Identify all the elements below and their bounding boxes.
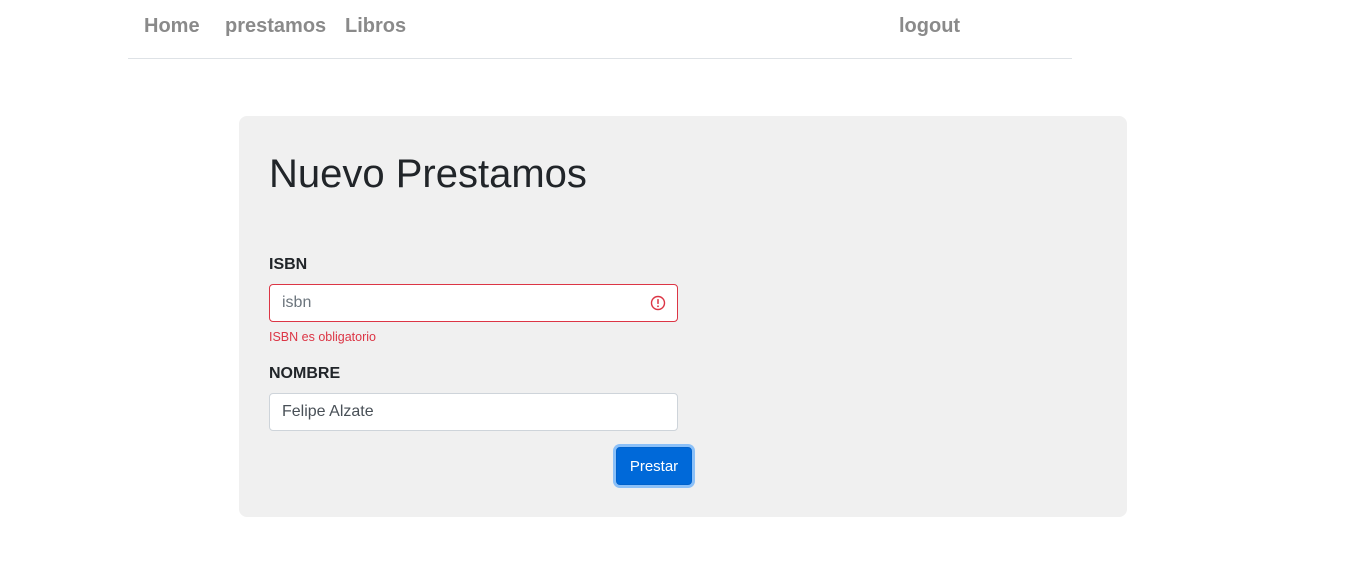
- nav-home-link[interactable]: Home: [144, 14, 200, 38]
- prestar-button[interactable]: Prestar: [616, 447, 692, 485]
- nav-logout-link[interactable]: logout: [899, 14, 960, 38]
- nombre-input[interactable]: [269, 393, 678, 431]
- isbn-input[interactable]: [269, 284, 678, 322]
- loan-form-card: Nuevo Prestamos ISBN ISBN es obligatorio…: [239, 116, 1127, 517]
- nombre-label: NOMBRE: [269, 365, 341, 382]
- nav-libros-link[interactable]: Libros: [345, 14, 406, 38]
- nav-prestamos-link[interactable]: prestamos: [225, 14, 326, 38]
- exclamation-circle-icon: [650, 295, 666, 311]
- isbn-label: ISBN: [269, 256, 308, 273]
- page-title: Nuevo Prestamos: [269, 152, 587, 196]
- isbn-error-message: ISBN es obligatorio: [269, 330, 377, 344]
- top-navbar: Home prestamos Libros logout: [128, 0, 1072, 59]
